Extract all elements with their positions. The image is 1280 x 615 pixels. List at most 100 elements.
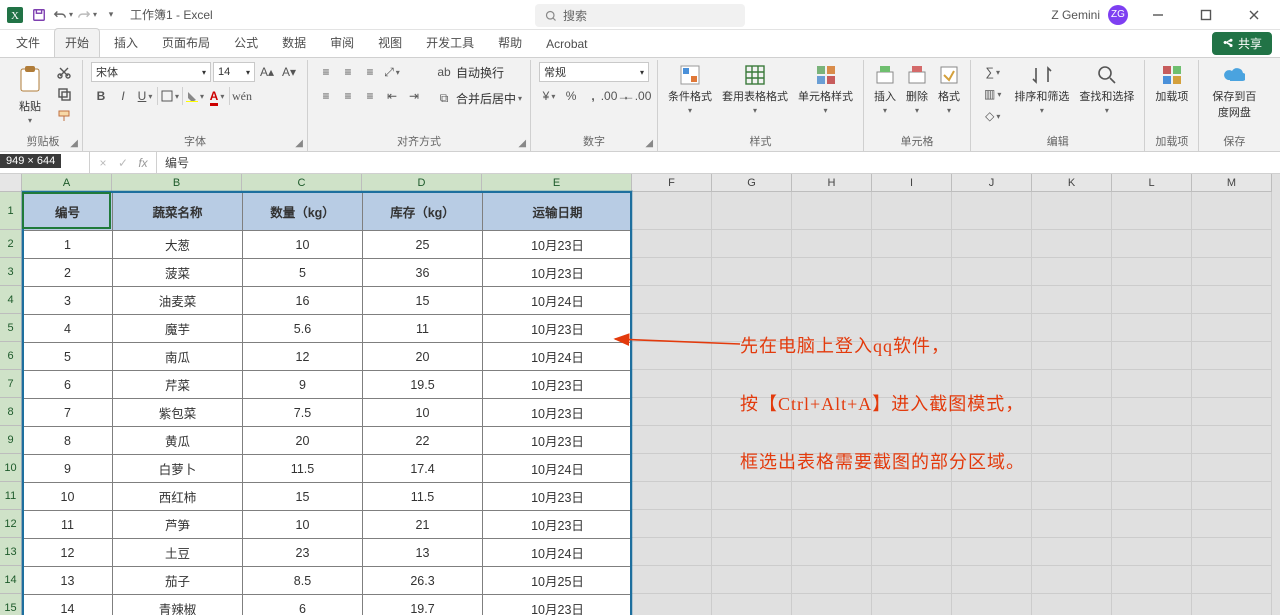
qat-customize[interactable]: ▾ bbox=[100, 4, 122, 26]
cell[interactable]: 魔芋 bbox=[113, 315, 243, 343]
cell[interactable] bbox=[872, 566, 952, 594]
copy-button[interactable] bbox=[54, 84, 74, 104]
increase-font-button[interactable]: A▴ bbox=[257, 62, 277, 82]
cell[interactable] bbox=[712, 538, 792, 566]
cell[interactable] bbox=[1112, 426, 1192, 454]
cell[interactable] bbox=[792, 230, 872, 258]
number-format-select[interactable]: 常规▾ bbox=[539, 62, 649, 82]
align-left-button[interactable]: ≡ bbox=[316, 86, 336, 106]
cell[interactable] bbox=[952, 510, 1032, 538]
cell[interactable]: 5.6 bbox=[243, 315, 363, 343]
cell[interactable]: 10月24日 bbox=[483, 539, 633, 567]
column-header[interactable]: K bbox=[1032, 174, 1112, 192]
cell[interactable] bbox=[1032, 314, 1112, 342]
cell[interactable]: 10月23日 bbox=[483, 231, 633, 259]
ribbon-tab-8[interactable]: 开发工具 bbox=[416, 29, 484, 57]
cell[interactable]: 蔬菜名称 bbox=[113, 193, 243, 231]
conditional-format-button[interactable]: 条件格式▾ bbox=[666, 62, 714, 117]
column-header[interactable]: E bbox=[482, 174, 632, 192]
cell[interactable] bbox=[1112, 538, 1192, 566]
cell[interactable] bbox=[632, 398, 712, 426]
cell[interactable] bbox=[872, 286, 952, 314]
cell[interactable] bbox=[632, 510, 712, 538]
cell[interactable] bbox=[872, 594, 952, 615]
close-button[interactable] bbox=[1232, 0, 1276, 30]
row-header[interactable]: 11 bbox=[0, 482, 22, 510]
column-header[interactable]: B bbox=[112, 174, 242, 192]
cell[interactable]: 3 bbox=[23, 287, 113, 315]
cell[interactable] bbox=[1112, 398, 1192, 426]
cell[interactable] bbox=[1032, 258, 1112, 286]
row-header[interactable]: 10 bbox=[0, 454, 22, 482]
cell[interactable] bbox=[1112, 314, 1192, 342]
row-header[interactable]: 15 bbox=[0, 594, 22, 615]
cell[interactable] bbox=[1192, 286, 1272, 314]
cell[interactable]: 25 bbox=[363, 231, 483, 259]
cell[interactable] bbox=[792, 258, 872, 286]
column-header[interactable]: C bbox=[242, 174, 362, 192]
cell[interactable] bbox=[712, 258, 792, 286]
worksheet-area[interactable]: ABCDEFGHIJKLM 12345678910111213141516 编号… bbox=[0, 174, 1280, 615]
cell[interactable] bbox=[1192, 454, 1272, 482]
format-cells-button[interactable]: 格式▾ bbox=[936, 62, 962, 117]
cell[interactable] bbox=[632, 454, 712, 482]
bold-button[interactable]: B bbox=[91, 86, 111, 106]
ribbon-tab-9[interactable]: 帮助 bbox=[488, 29, 532, 57]
cell[interactable]: 紫包菜 bbox=[113, 399, 243, 427]
cell[interactable]: 10 bbox=[243, 511, 363, 539]
cell[interactable] bbox=[1192, 482, 1272, 510]
select-all-corner[interactable] bbox=[0, 174, 22, 192]
decrease-font-button[interactable]: A▾ bbox=[279, 62, 299, 82]
cell[interactable] bbox=[1032, 286, 1112, 314]
column-header[interactable]: L bbox=[1112, 174, 1192, 192]
cell[interactable]: 22 bbox=[363, 427, 483, 455]
cell[interactable]: 南瓜 bbox=[113, 343, 243, 371]
cell[interactable] bbox=[1192, 538, 1272, 566]
cell[interactable] bbox=[632, 370, 712, 398]
italic-button[interactable]: I bbox=[113, 86, 133, 106]
cell[interactable] bbox=[792, 538, 872, 566]
font-name-select[interactable]: 宋体▾ bbox=[91, 62, 211, 82]
cell[interactable] bbox=[1112, 454, 1192, 482]
cell[interactable]: 白萝卜 bbox=[113, 455, 243, 483]
font-size-select[interactable]: 14▾ bbox=[213, 62, 255, 82]
cell[interactable]: 10月23日 bbox=[483, 511, 633, 539]
cell[interactable]: 10月24日 bbox=[483, 343, 633, 371]
cell[interactable]: 库存（kg） bbox=[363, 193, 483, 231]
formula-input[interactable]: 编号 bbox=[157, 152, 1280, 173]
cell[interactable] bbox=[872, 258, 952, 286]
cell[interactable]: 10月25日 bbox=[483, 567, 633, 595]
ribbon-tab-7[interactable]: 视图 bbox=[368, 29, 412, 57]
cell[interactable]: 茄子 bbox=[113, 567, 243, 595]
cell[interactable] bbox=[1112, 510, 1192, 538]
cell-styles-button[interactable]: 单元格样式▾ bbox=[796, 62, 855, 117]
format-painter-button[interactable] bbox=[54, 106, 74, 126]
cell[interactable] bbox=[1032, 370, 1112, 398]
cell[interactable] bbox=[1032, 594, 1112, 615]
sort-filter-button[interactable]: 排序和筛选▾ bbox=[1012, 62, 1071, 117]
cell[interactable]: 10 bbox=[23, 483, 113, 511]
align-middle-button[interactable]: ≡ bbox=[338, 62, 358, 82]
cell[interactable]: 17.4 bbox=[363, 455, 483, 483]
column-header[interactable]: D bbox=[362, 174, 482, 192]
row-header[interactable]: 12 bbox=[0, 510, 22, 538]
ribbon-tab-3[interactable]: 页面布局 bbox=[152, 29, 220, 57]
decrease-indent-button[interactable]: ⇤ bbox=[382, 86, 402, 106]
cell[interactable] bbox=[1112, 258, 1192, 286]
cell[interactable] bbox=[1192, 566, 1272, 594]
share-button[interactable]: 共享 bbox=[1212, 32, 1272, 55]
accounting-format-button[interactable]: ¥ bbox=[539, 86, 559, 106]
cell[interactable] bbox=[632, 426, 712, 454]
cell[interactable]: 19.7 bbox=[363, 595, 483, 615]
cell[interactable] bbox=[632, 230, 712, 258]
cell[interactable]: 11 bbox=[363, 315, 483, 343]
cell[interactable] bbox=[632, 192, 712, 230]
row-header[interactable]: 6 bbox=[0, 342, 22, 370]
cell[interactable] bbox=[1032, 538, 1112, 566]
align-right-button[interactable]: ≡ bbox=[360, 86, 380, 106]
cell[interactable]: 10月23日 bbox=[483, 399, 633, 427]
cell[interactable]: 26.3 bbox=[363, 567, 483, 595]
cell[interactable]: 6 bbox=[243, 595, 363, 615]
cell[interactable] bbox=[712, 230, 792, 258]
cell[interactable]: 21 bbox=[363, 511, 483, 539]
